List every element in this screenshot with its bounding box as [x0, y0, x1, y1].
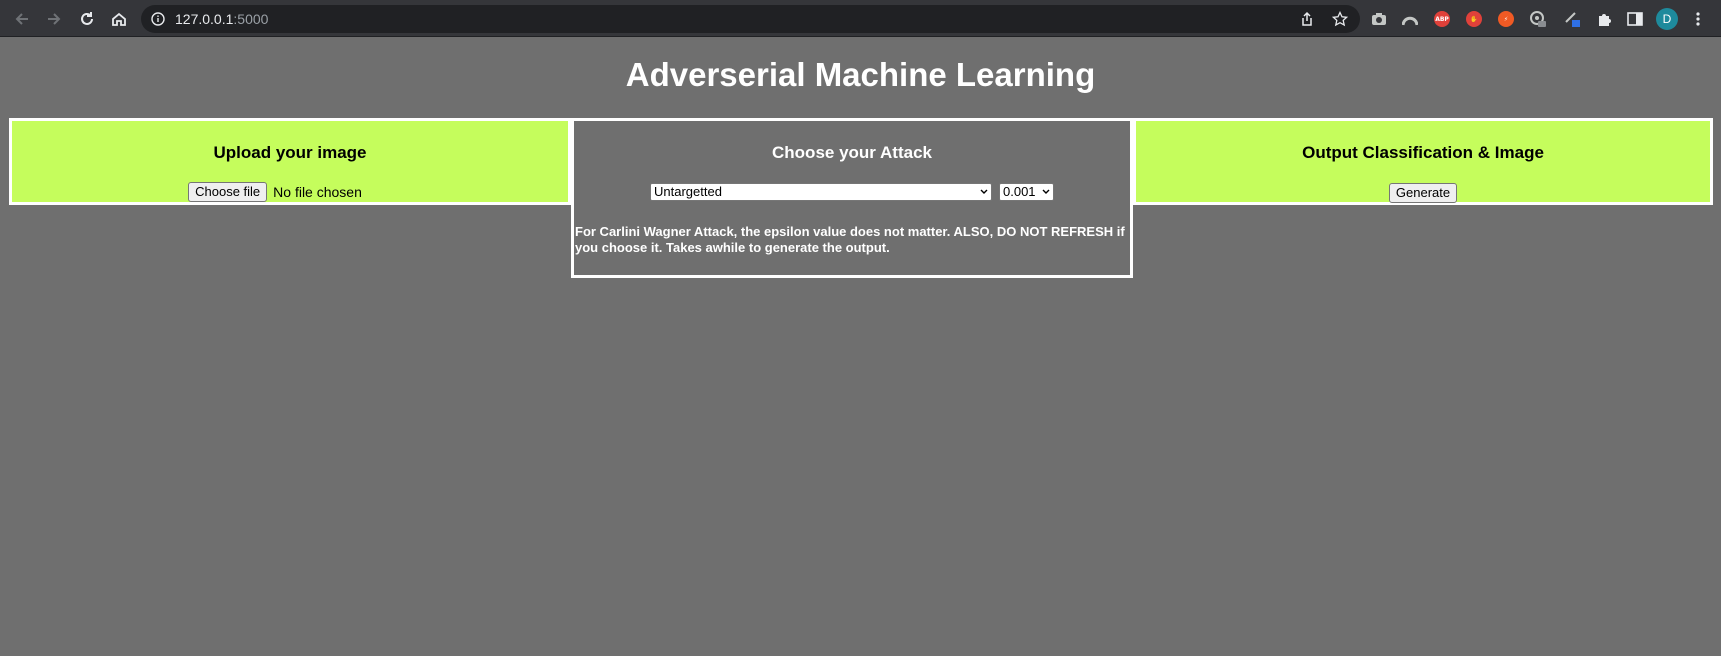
upload-panel: Upload your image Choose file No file ch…	[9, 118, 571, 205]
attack-controls: Untargetted 0.001	[574, 183, 1130, 201]
adblock-icon[interactable]: ABP	[1432, 9, 1452, 29]
arc-icon[interactable]	[1400, 9, 1420, 29]
forward-icon[interactable]	[42, 7, 66, 31]
info-icon[interactable]	[151, 12, 165, 26]
browser-toolbar: 127.0.0.1:5000 ABP ✋ ⚡ D	[0, 0, 1721, 37]
file-status-text: No file chosen	[273, 184, 362, 200]
url-text: 127.0.0.1:5000	[175, 11, 269, 27]
upload-heading: Upload your image	[213, 143, 367, 162]
attack-type-select[interactable]: Untargetted	[650, 183, 992, 201]
reload-icon[interactable]	[75, 7, 99, 31]
chevron-down-icon	[980, 189, 988, 194]
sidebar-icon[interactable]	[1625, 9, 1645, 29]
generate-row: Generate	[1136, 183, 1710, 203]
home-icon[interactable]	[107, 7, 131, 31]
puzzle-icon[interactable]	[1594, 9, 1614, 29]
attack-panel: Choose your Attack Untargetted 0.001 For…	[571, 118, 1133, 278]
generate-button[interactable]: Generate	[1388, 183, 1458, 203]
pen-icon[interactable]	[1563, 9, 1583, 29]
share-icon[interactable]	[1299, 11, 1315, 27]
attack-type-value: Untargetted	[654, 184, 722, 199]
attack-note: For Carlini Wagner Attack, the epsilon v…	[575, 224, 1125, 255]
choose-file-button[interactable]: Choose file	[188, 182, 268, 202]
spark-icon[interactable]: ⚡	[1496, 9, 1516, 29]
star-icon[interactable]	[1332, 11, 1348, 27]
file-input[interactable]: Choose file No file chosen	[12, 182, 568, 202]
epsilon-select[interactable]: 0.001	[999, 183, 1054, 201]
menu-icon[interactable]	[1688, 9, 1708, 29]
output-panel: Output Classification & Image Generate	[1133, 118, 1713, 205]
epsilon-value: 0.001	[1003, 184, 1036, 199]
radar-icon[interactable]	[1528, 9, 1548, 29]
back-icon[interactable]	[10, 7, 34, 31]
profile-avatar[interactable]: D	[1656, 8, 1678, 30]
output-heading: Output Classification & Image	[1302, 143, 1544, 162]
chevron-down-icon	[1042, 189, 1050, 194]
address-bar[interactable]: 127.0.0.1:5000	[141, 5, 1360, 33]
page-title: Adverserial Machine Learning	[625, 56, 1096, 93]
attack-heading: Choose your Attack	[772, 143, 932, 162]
camera-icon[interactable]	[1369, 9, 1389, 29]
hand-icon[interactable]: ✋	[1464, 9, 1484, 29]
